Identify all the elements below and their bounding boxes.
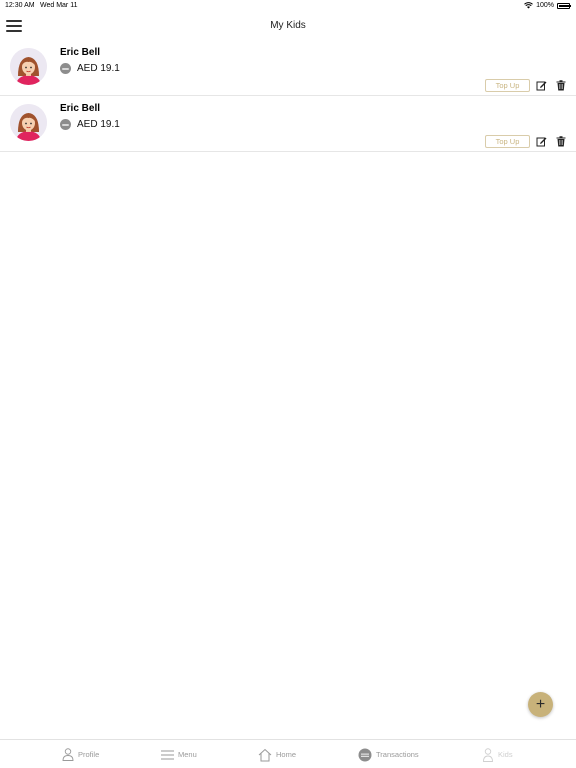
add-kid-button[interactable]: +: [528, 692, 553, 717]
kid-balance: AED 19.1: [77, 119, 120, 130]
home-icon: [258, 748, 272, 761]
trash-icon[interactable]: [556, 136, 566, 147]
tab-label: Kids: [498, 750, 513, 759]
tab-label: Profile: [78, 750, 100, 759]
battery-icon: [557, 2, 571, 9]
page-title: My Kids: [270, 20, 306, 31]
tab-menu[interactable]: Menu: [161, 740, 197, 768]
kid-list-item: Eric Bell AED 19.1 Top Up: [0, 40, 576, 96]
top-up-button[interactable]: Top Up: [485, 79, 530, 92]
tab-transactions[interactable]: Transactions: [358, 740, 419, 768]
person-icon: [62, 748, 74, 761]
wallet-coin-icon: [60, 63, 71, 74]
wallet-coin-icon: [60, 119, 71, 130]
kid-name: Eric Bell: [60, 47, 101, 58]
top-up-button[interactable]: Top Up: [485, 135, 530, 148]
edit-icon[interactable]: [536, 136, 547, 147]
tab-label: Home: [276, 750, 297, 759]
status-time: 12:30 AM: [5, 2, 35, 9]
kid-icon: [483, 747, 493, 762]
tab-home[interactable]: Home: [258, 740, 296, 768]
kid-avatar: [10, 48, 47, 85]
kid-avatar: [10, 104, 47, 141]
status-date: Wed Mar 11: [40, 2, 78, 9]
girl-avatar-icon: [10, 48, 47, 85]
trash-icon[interactable]: [556, 80, 566, 91]
battery-fill: [559, 4, 570, 7]
tab-profile[interactable]: Profile: [62, 740, 99, 768]
bottom-tab-bar: Profile Menu Home Transactions Kids: [0, 739, 576, 768]
nav-bar: My Kids: [0, 12, 576, 42]
battery-percent: 100%: [536, 2, 554, 9]
kid-list-item: Eric Bell AED 19.1 Top Up: [0, 96, 576, 152]
wifi-icon: [524, 2, 533, 9]
transactions-icon: [358, 748, 372, 761]
kid-name: Eric Bell: [60, 103, 101, 114]
girl-avatar-icon: [10, 104, 47, 141]
edit-icon[interactable]: [536, 80, 547, 91]
tab-kids[interactable]: Kids: [482, 740, 513, 768]
status-right: 100%: [524, 2, 571, 9]
status-bar: 12:30 AM Wed Mar 11 100%: [0, 0, 576, 12]
tab-label: Transactions: [376, 750, 419, 759]
tab-label: Menu: [178, 750, 197, 759]
kid-balance: AED 19.1: [77, 63, 120, 74]
menu-icon: [161, 750, 174, 759]
